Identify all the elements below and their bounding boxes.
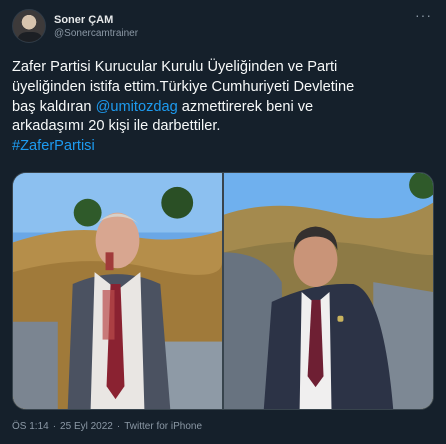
tweet-date[interactable]: 25 Eyl 2022 <box>60 421 113 432</box>
tweet-text: Zafer Partisi Kurucular Kurulu Üyeliğind… <box>12 58 434 157</box>
tweet-header: Soner ÇAM @Sonercamtrainer <box>12 8 138 44</box>
tweet-line-3: baş kaldıran @umitozdag azmettirerek ben… <box>12 98 434 118</box>
author-handle[interactable]: @Sonercamtrainer <box>54 27 138 40</box>
tweet-line-4: arkadaşımı 20 kişi ile darbettiler. <box>12 118 221 135</box>
photo-1-image <box>13 173 222 409</box>
tweet-card: Soner ÇAM @Sonercamtrainer ··· Zafer Par… <box>0 0 446 444</box>
tweet-time[interactable]: ÖS 1:14 <box>12 421 49 432</box>
photo-1[interactable] <box>13 173 222 409</box>
photo-2-image <box>224 173 433 409</box>
author-name[interactable]: Soner ÇAM <box>54 13 138 27</box>
more-horizontal-icon[interactable]: ··· <box>415 8 432 22</box>
photo-2[interactable] <box>224 173 433 409</box>
tweet-source[interactable]: Twitter for iPhone <box>124 421 202 432</box>
author-info[interactable]: Soner ÇAM @Sonercamtrainer <box>54 13 138 40</box>
tweet-meta: ÖS 1:14 · 25 Eyl 2022 · Twitter for iPho… <box>12 421 202 432</box>
separator: · <box>52 421 57 432</box>
tweet-line-3-post: azmettirerek beni ve <box>177 98 314 115</box>
avatar[interactable] <box>12 9 46 43</box>
media-grid <box>12 172 434 410</box>
hashtag-link[interactable]: #ZaferPartisi <box>12 137 434 157</box>
tweet-line-3-pre: baş kaldıran <box>12 98 96 115</box>
tweet-line-2: üyeliğinden istifa ettim.Türkiye Cumhuri… <box>12 78 355 95</box>
tweet-line-1: Zafer Partisi Kurucular Kurulu Üyeliğind… <box>12 59 338 75</box>
mention-link[interactable]: @umitozdag <box>96 99 178 115</box>
separator: · <box>116 421 121 432</box>
